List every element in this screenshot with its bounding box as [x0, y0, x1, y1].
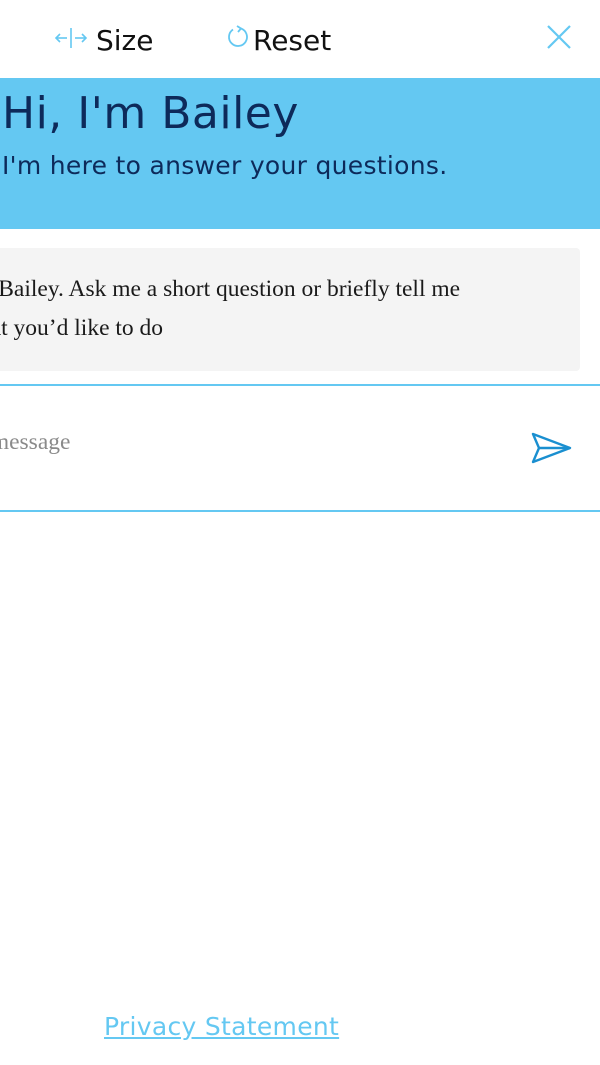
- reset-button[interactable]: Reset: [225, 18, 331, 62]
- welcome-banner: Hi, I'm Bailey I'm here to answer your q…: [0, 78, 600, 229]
- banner-subtitle: I'm here to answer your questions.: [2, 151, 448, 180]
- chat-toolbar: Size Reset: [0, 0, 600, 78]
- reset-label: Reset: [253, 23, 332, 57]
- refresh-icon: [225, 24, 251, 57]
- send-button[interactable]: [528, 430, 574, 466]
- message-composer: [0, 384, 600, 512]
- bot-message: I'm Bailey. Ask me a short question or b…: [0, 248, 580, 371]
- privacy-statement-link[interactable]: Privacy Statement: [104, 1012, 339, 1041]
- close-icon: [542, 25, 576, 58]
- message-input[interactable]: [0, 422, 502, 462]
- size-label: Size: [96, 23, 154, 57]
- close-button[interactable]: [542, 20, 576, 54]
- resize-horizontal-icon: [54, 24, 88, 57]
- banner-title: Hi, I'm Bailey: [2, 88, 299, 139]
- send-icon: [528, 432, 574, 470]
- size-button[interactable]: Size: [54, 18, 153, 62]
- bot-message-text: I'm Bailey. Ask me a short question or b…: [0, 276, 461, 341]
